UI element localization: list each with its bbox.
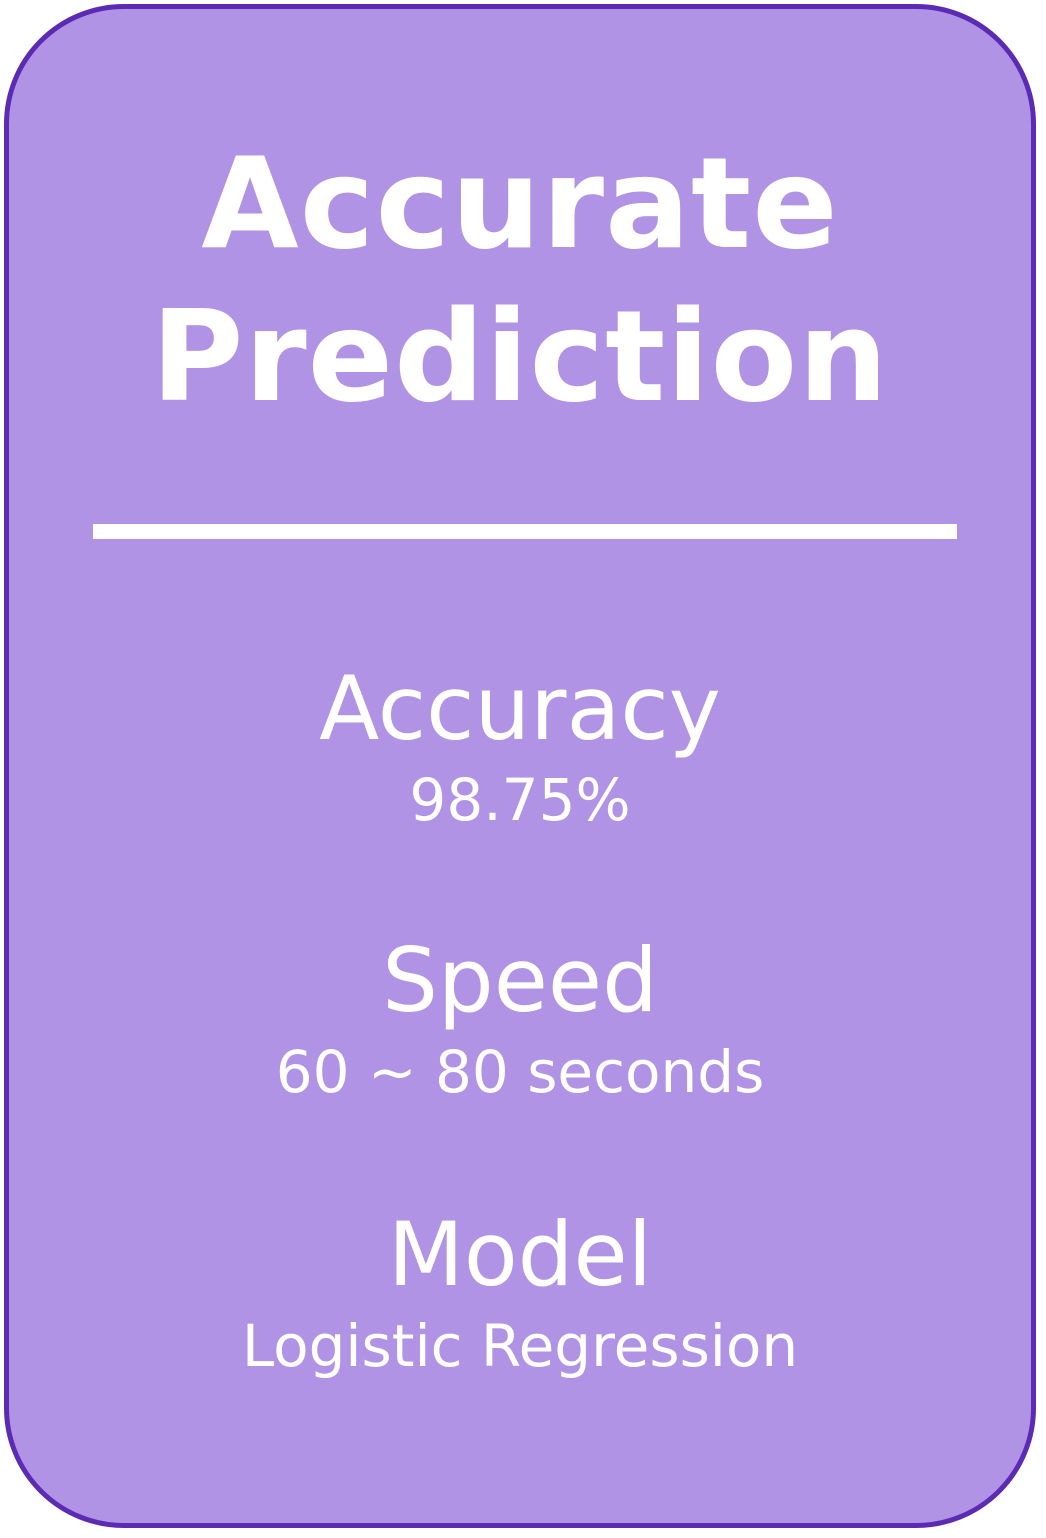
- speed-value: 60 ~ 80 seconds: [275, 1038, 765, 1106]
- speed-metric: Speed 60 ~ 80 seconds: [9, 929, 1031, 1106]
- speed-label: Speed: [382, 929, 658, 1032]
- card-title-line-1: Accurate: [201, 130, 839, 277]
- divider: [93, 524, 957, 539]
- accuracy-label: Accuracy: [319, 657, 721, 760]
- model-label: Model: [387, 1203, 653, 1306]
- card-title-line-2: Prediction: [151, 283, 889, 430]
- accuracy-metric: Accuracy 98.75%: [9, 657, 1031, 834]
- model-metric: Model Logistic Regression: [9, 1203, 1031, 1380]
- model-value: Logistic Regression: [241, 1312, 799, 1380]
- accuracy-value: 98.75%: [409, 766, 631, 834]
- prediction-card: Accurate Prediction Accuracy 98.75% Spee…: [4, 4, 1036, 1528]
